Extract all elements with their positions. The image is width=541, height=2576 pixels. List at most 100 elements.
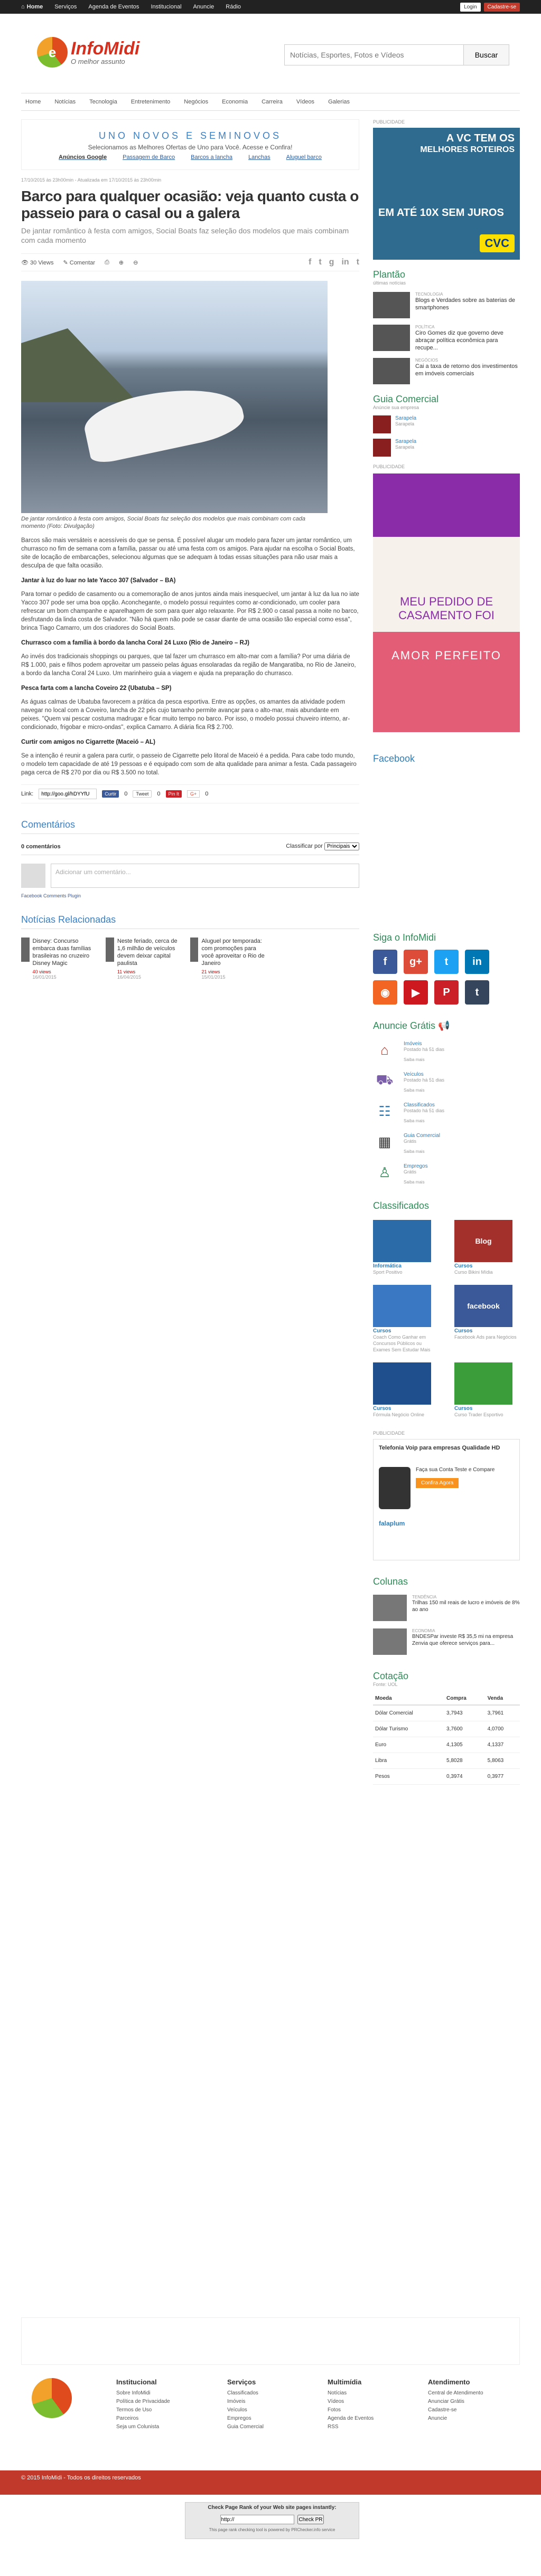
share-row: Link: Curtir 0 Tweet 0 Pin It G+ 0	[21, 784, 359, 803]
twitter-icon[interactable]: t	[434, 950, 459, 974]
sidebar-ad-cvc[interactable]: A VC TEM OS MELHORES ROTEIROS EM ATÉ 10X…	[373, 128, 520, 260]
tumblr-icon[interactable]: t	[465, 980, 489, 1005]
classified-item[interactable]: facebook Cursos Facebook Ads para Negócios	[454, 1285, 520, 1353]
column-item[interactable]: TENDÊNCIA Trilhas 150 mil reais de lucro …	[373, 1595, 520, 1621]
news-item[interactable]: POLÍTICA Ciro Gomes diz que governo deve …	[373, 325, 520, 352]
main-nav-carreira[interactable]: Carreira	[262, 99, 283, 105]
top-nav-agenda[interactable]: Agenda de Eventos	[88, 4, 139, 10]
footer-link[interactable]: RSS	[328, 2423, 374, 2431]
top-ad[interactable]: UNO NOVOS E SEMINOVOS Selecionamos as Me…	[21, 119, 359, 170]
news-item[interactable]: TECNOLOGIA Blogs e Verdades sobre as bate…	[373, 292, 520, 318]
classified-item[interactable]: Cursos Fórmula Negócio Online	[373, 1362, 439, 1418]
rss-icon[interactable]: ◉	[373, 980, 397, 1005]
footer-link[interactable]: Fotos	[328, 2406, 374, 2414]
footer-link[interactable]: Sobre InfoMidi	[116, 2389, 170, 2398]
sidebar-banner-ad[interactable]: MEU PEDIDO DE CASAMENTO FOI AMOR PERFEIT…	[373, 473, 520, 732]
related-item[interactable]: Neste feriado, cerca de 1,6 milhão de ve…	[106, 937, 185, 980]
gplus-share-icon[interactable]: g	[329, 258, 334, 267]
linkedin-share-icon[interactable]: in	[341, 258, 349, 267]
footer-link[interactable]: Termos de Uso	[116, 2406, 170, 2414]
guia-item[interactable]: Sarapela Sarapela	[373, 439, 520, 457]
classified-item[interactable]: Cursos Coach Como Ganhar em Concursos Púb…	[373, 1285, 439, 1353]
footer-link[interactable]: Notícias	[328, 2389, 374, 2398]
footer-logo[interactable]	[32, 2378, 72, 2418]
anuncie-item[interactable]: ⛟ Veículos Postado há 51 dias Saiba mais	[373, 1072, 520, 1093]
top-nav-institucional[interactable]: Institucional	[151, 4, 181, 10]
main-nav-entretenimento[interactable]: Entretenimento	[131, 99, 171, 105]
main-nav-noticias[interactable]: Notícias	[54, 99, 76, 105]
facebook-icon[interactable]: f	[373, 950, 397, 974]
print-icon[interactable]: ⎙	[105, 259, 109, 266]
classified-item[interactable]: Informática Sport Positivo	[373, 1220, 439, 1275]
comments-plugin-link[interactable]: Facebook Comments Plugin	[21, 893, 359, 898]
footer-link[interactable]: Seja um Colunista	[116, 2423, 170, 2431]
login-button[interactable]: Login	[460, 2, 481, 12]
linkedin-icon[interactable]: in	[465, 950, 489, 974]
facebook-like-button[interactable]: Curtir	[102, 790, 119, 798]
voip-cta-button[interactable]: Confira Agora	[416, 1478, 459, 1488]
youtube-icon[interactable]: ▶	[404, 980, 428, 1005]
tweet-button[interactable]: Tweet	[133, 790, 152, 798]
footer-link[interactable]: Empregos	[227, 2414, 264, 2423]
footer-link[interactable]: Veículos	[227, 2406, 264, 2414]
column-item[interactable]: ECONOMIA BNDESPar investe R$ 35,5 mi na e…	[373, 1628, 520, 1655]
pin-button[interactable]: Pin It	[165, 790, 182, 798]
search-button[interactable]: Buscar	[464, 44, 509, 65]
register-button[interactable]: Cadastre-se	[483, 2, 520, 12]
facebook-share-icon[interactable]: f	[309, 258, 311, 267]
main-nav-galerias[interactable]: Galerias	[328, 99, 350, 105]
anuncie-item[interactable]: ☷ Classificados Postado há 51 dias Saiba ma…	[373, 1102, 520, 1123]
check-pr-button[interactable]: Check PR	[297, 2515, 324, 2524]
footer-link[interactable]: Anuncie	[428, 2414, 483, 2423]
google-plus-icon[interactable]: g+	[404, 950, 428, 974]
short-link-field[interactable]	[39, 789, 97, 799]
site-logo[interactable]: e InfoMidi O melhor assunto	[37, 37, 139, 68]
related-item[interactable]: Disney: Concurso embarca duas famílias b…	[21, 937, 100, 980]
bottom-ad[interactable]	[21, 2317, 520, 2365]
classified-item[interactable]: Blog Cursos Curso Bikini Mídia	[454, 1220, 520, 1275]
comment-input[interactable]: Adicionar um comentário...	[51, 864, 359, 888]
gplus-button[interactable]: G+	[187, 790, 200, 798]
footer-link[interactable]: Classificados	[227, 2389, 264, 2398]
top-nav-radio[interactable]: Rádio	[226, 4, 241, 10]
footer-link[interactable]: Parceiros	[116, 2414, 170, 2423]
top-nav-servicos[interactable]: Serviços	[54, 4, 77, 10]
ad-link[interactable]: Aluguel barco	[286, 154, 322, 160]
main-nav-economia[interactable]: Economia	[222, 99, 248, 105]
footer-link[interactable]: Central de Atendimento	[428, 2389, 483, 2398]
top-nav-anuncie[interactable]: Anuncie	[193, 4, 214, 10]
tumblr-share-icon[interactable]: t	[357, 258, 359, 267]
comment-button[interactable]: ✎ Comentar	[63, 259, 95, 266]
zoom-in-icon[interactable]: ⊕	[119, 259, 124, 266]
ad-link[interactable]: Barcos a lancha	[191, 154, 232, 160]
main-nav-home[interactable]: Home	[25, 99, 41, 105]
footer-link[interactable]: Política de Privacidade	[116, 2398, 170, 2406]
guia-item[interactable]: Sarapela Sarapela	[373, 415, 520, 433]
main-nav-tecnologia[interactable]: Tecnologia	[89, 99, 117, 105]
news-item[interactable]: NEGÓCIOS Cai a taxa de retorno dos invest…	[373, 358, 520, 384]
ad-link[interactable]: Lanchas	[248, 154, 270, 160]
main-nav-negocios[interactable]: Negócios	[184, 99, 208, 105]
top-nav-home[interactable]: ⌂ Home	[21, 4, 43, 10]
twitter-share-icon[interactable]: t	[319, 258, 321, 267]
zoom-out-icon[interactable]: ⊖	[133, 259, 138, 266]
anuncie-item[interactable]: ▦ Guia Comercial Grátis Saiba mais	[373, 1133, 520, 1154]
footer-link[interactable]: Imóveis	[227, 2398, 264, 2406]
anuncie-item[interactable]: ⌂ Imóveis Postado há 51 dias Saiba mais	[373, 1041, 520, 1062]
pagerank-url-input[interactable]	[220, 2515, 295, 2524]
related-item[interactable]: Aluguel por temporada: com promoções par…	[190, 937, 269, 980]
pinterest-icon[interactable]: P	[434, 980, 459, 1005]
anuncie-item[interactable]: ♙ Empregos Grátis Saiba mais	[373, 1163, 520, 1185]
footer-link[interactable]: Anunciar Grátis	[428, 2398, 483, 2406]
sidebar-ad-voip[interactable]: Telefonia Voip para empresas Qualidade H…	[373, 1439, 520, 1560]
main-nav-videos[interactable]: Vídeos	[296, 99, 314, 105]
sort-select[interactable]: Principais	[324, 842, 359, 850]
ad-link[interactable]: Passagem de Barco	[123, 154, 175, 160]
footer-link[interactable]: Agenda de Eventos	[328, 2414, 374, 2423]
footer-link[interactable]: Vídeos	[328, 2398, 374, 2406]
classified-item[interactable]: Cursos Curso Trader Esportivo	[454, 1362, 520, 1418]
footer-link[interactable]: Guia Comercial	[227, 2423, 264, 2431]
anuncie-title: Anuncie Grátis 📢	[373, 1020, 450, 1031]
search-input[interactable]	[284, 44, 464, 65]
footer-link[interactable]: Cadastre-se	[428, 2406, 483, 2414]
